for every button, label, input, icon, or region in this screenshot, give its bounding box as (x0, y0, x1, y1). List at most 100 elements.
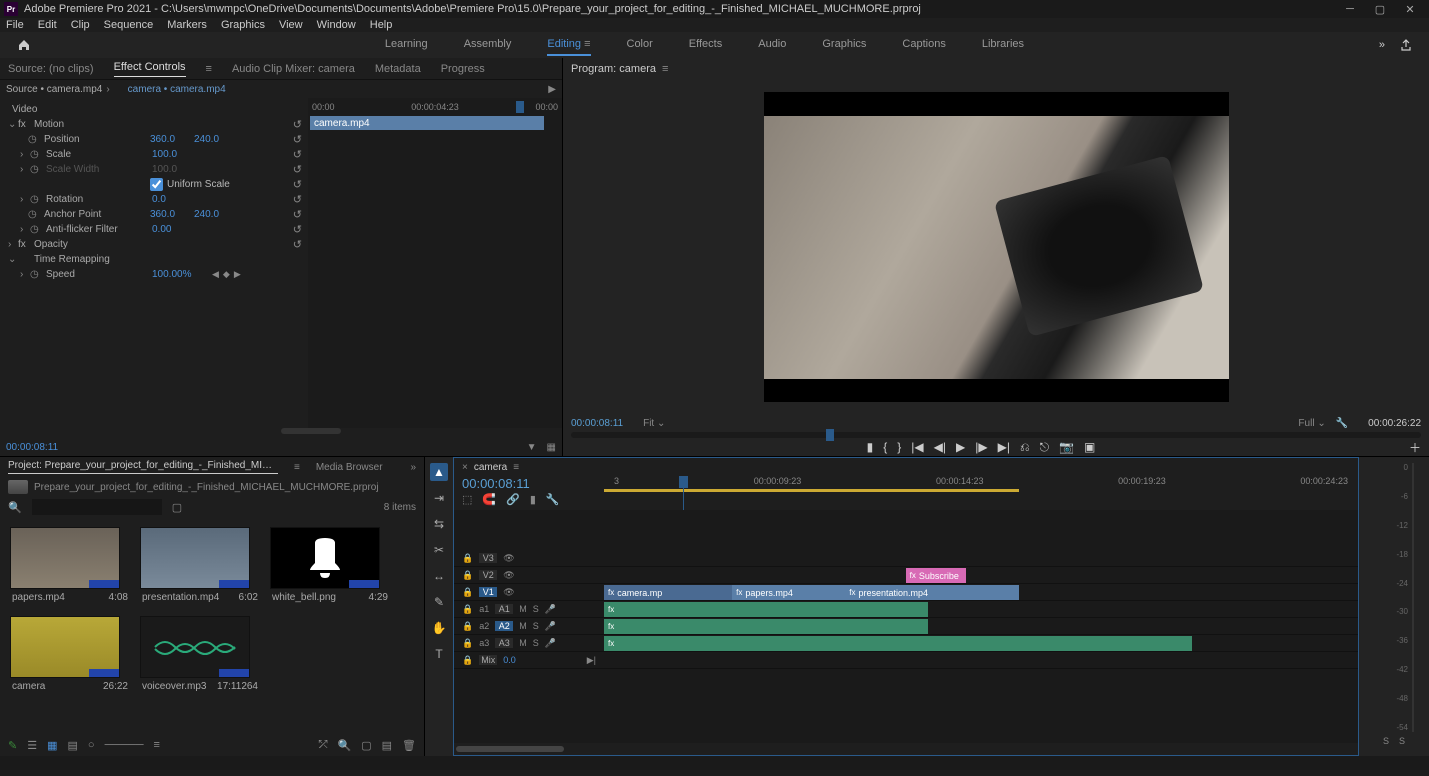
stopwatch-icon[interactable]: ◷ (28, 209, 40, 220)
source-tab[interactable]: Audio Clip Mixer: camera (232, 63, 355, 75)
position-x-value[interactable]: 360.0 (150, 134, 194, 145)
workspace-audio[interactable]: Audio (758, 34, 786, 56)
track-header-a1[interactable]: 🔒a1A1MS🎤 (454, 601, 604, 618)
program-scrubber[interactable] (571, 432, 1421, 438)
lock-icon[interactable]: 🔒 (462, 638, 473, 649)
work-area-bar[interactable] (604, 489, 1019, 492)
anchor-y-value[interactable]: 240.0 (194, 209, 238, 220)
reset-icon[interactable]: ↺ (293, 208, 302, 221)
extract-icon[interactable]: ⎋ (1040, 440, 1050, 455)
track-header-v2[interactable]: 🔒V2👁 (454, 567, 604, 584)
track-header-a2[interactable]: 🔒a2A2MS🎤 (454, 618, 604, 635)
toggle-output-icon[interactable]: 👁 (503, 587, 514, 598)
fx-badge[interactable]: fx (18, 119, 30, 130)
resolution-dropdown[interactable]: Full ⌄ (1298, 418, 1325, 429)
mark-in-icon[interactable]: { (883, 440, 887, 454)
wrench-icon[interactable]: 🔧 (1336, 418, 1348, 429)
step-forward-icon[interactable]: |▶ (975, 440, 987, 454)
track-v3[interactable] (604, 550, 1358, 567)
hand-tool[interactable]: ✋ (430, 619, 448, 637)
track-a1[interactable]: fx (604, 601, 1358, 618)
slip-tool[interactable]: ↔ (430, 567, 448, 585)
panel-menu-icon[interactable]: ≡ (513, 462, 519, 473)
source-tab[interactable]: Source: (no clips) (8, 63, 94, 75)
minimize-button[interactable]: ─ (1335, 3, 1365, 15)
go-to-in-icon[interactable]: |◀ (911, 440, 923, 454)
program-playhead[interactable] (826, 429, 834, 441)
lock-icon[interactable]: 🔒 (462, 604, 473, 615)
find-icon[interactable]: 🔍 (338, 739, 352, 752)
stopwatch-icon[interactable]: ◷ (30, 149, 42, 160)
mute-button[interactable]: M (519, 604, 527, 614)
reset-icon[interactable]: ↺ (293, 148, 302, 161)
solo-right[interactable]: S (1399, 736, 1405, 746)
program-tab[interactable]: Program: camera (571, 63, 656, 75)
source-patch[interactable]: a1 (479, 604, 489, 614)
media-browser-tab[interactable]: Media Browser (316, 462, 383, 473)
track-header-v1[interactable]: 🔒V1👁 (454, 584, 604, 601)
source-tab[interactable]: Effect Controls (114, 61, 186, 77)
stopwatch-icon[interactable]: ◷ (30, 224, 42, 235)
position-y-value[interactable]: 240.0 (194, 134, 238, 145)
maximize-button[interactable]: ▢ (1365, 3, 1395, 16)
lock-icon[interactable]: 🔒 (462, 553, 473, 564)
project-tab[interactable]: Project: Prepare_your_project_for_editin… (8, 460, 278, 474)
freeform-view-icon[interactable]: ▤ (68, 739, 78, 752)
sequence-tab[interactable]: camera (474, 462, 507, 473)
program-timecode[interactable]: 00:00:08:11 (571, 418, 623, 429)
voice-icon[interactable]: 🎤 (545, 604, 556, 615)
share-icon[interactable] (1393, 38, 1419, 52)
automate-icon[interactable]: ⤱ (319, 739, 328, 752)
menu-markers[interactable]: Markers (167, 19, 207, 31)
menu-file[interactable]: File (6, 19, 24, 31)
export-frame-icon[interactable]: 📷 (1059, 440, 1074, 454)
track-a3[interactable]: fx (604, 635, 1358, 652)
scale-value[interactable]: 100.0 (152, 149, 196, 160)
voice-icon[interactable]: 🎤 (545, 621, 556, 632)
lock-icon[interactable]: 🔒 (462, 621, 473, 632)
timeline-zoom-scrollbar[interactable] (456, 746, 564, 752)
track-a2[interactable]: fx (604, 618, 1358, 635)
stopwatch-icon[interactable]: ◷ (30, 194, 42, 205)
panel-menu-icon[interactable]: ≡ (662, 63, 668, 75)
source-patch[interactable]: a3 (479, 638, 489, 648)
workspace-color[interactable]: Color (627, 34, 653, 56)
panel-menu-icon[interactable]: ≡ (206, 63, 212, 75)
type-tool[interactable]: T (430, 645, 448, 663)
project-search-input[interactable] (32, 499, 162, 515)
ec-playhead[interactable] (516, 101, 524, 113)
track-mix[interactable] (604, 652, 1358, 669)
project-clip[interactable]: presentation.mp46:02 (140, 527, 260, 606)
icon-view-icon[interactable]: ▦ (47, 739, 57, 752)
flicker-value[interactable]: 0.00 (152, 224, 196, 235)
add-marker-icon[interactable]: ▮ (867, 440, 874, 454)
new-item-button[interactable]: ▤ (382, 739, 392, 752)
expand-icon[interactable]: ▶| (587, 655, 596, 666)
track-v1[interactable]: fxcamera.mpfxpapers.mp4fxpresentation.mp… (604, 584, 1358, 601)
reset-icon[interactable]: ↺ (293, 133, 302, 146)
voice-icon[interactable]: 🎤 (545, 638, 556, 649)
fx-badge[interactable]: fx (18, 239, 30, 250)
filter-icon[interactable]: ▼ (527, 442, 537, 456)
stopwatch-icon[interactable]: ◷ (28, 134, 40, 145)
zoom-slider[interactable]: ───── (105, 739, 144, 751)
project-clip[interactable]: camera26:22 (10, 616, 130, 695)
linked-selection-icon[interactable]: 🔗 (506, 493, 520, 506)
go-to-out-icon[interactable]: ▶| (998, 440, 1010, 454)
marker-icon[interactable]: ▮ (530, 493, 536, 506)
reset-icon[interactable]: ↺ (293, 223, 302, 236)
button-editor-icon[interactable]: ＋ (1409, 439, 1421, 456)
workspace-learning[interactable]: Learning (385, 34, 428, 56)
track-header-a3[interactable]: 🔒a3A3MS🎤 (454, 635, 604, 652)
source-patch[interactable]: a2 (479, 621, 489, 631)
sort-menu-icon[interactable]: ≡ (154, 739, 160, 751)
timeline-clip[interactable]: fx (604, 619, 928, 634)
project-clip[interactable]: voiceover.mp317:11264 (140, 616, 260, 695)
workspace-overflow-icon[interactable]: » (1371, 39, 1393, 51)
panel-menu-icon[interactable]: ≡ (294, 462, 300, 473)
track-target[interactable]: A2 (495, 621, 513, 631)
lock-icon[interactable]: 🔒 (462, 587, 473, 598)
chevron-down-icon[interactable]: ⌄ (8, 119, 18, 130)
track-target[interactable]: V2 (479, 570, 497, 580)
workspace-effects[interactable]: Effects (689, 34, 722, 56)
